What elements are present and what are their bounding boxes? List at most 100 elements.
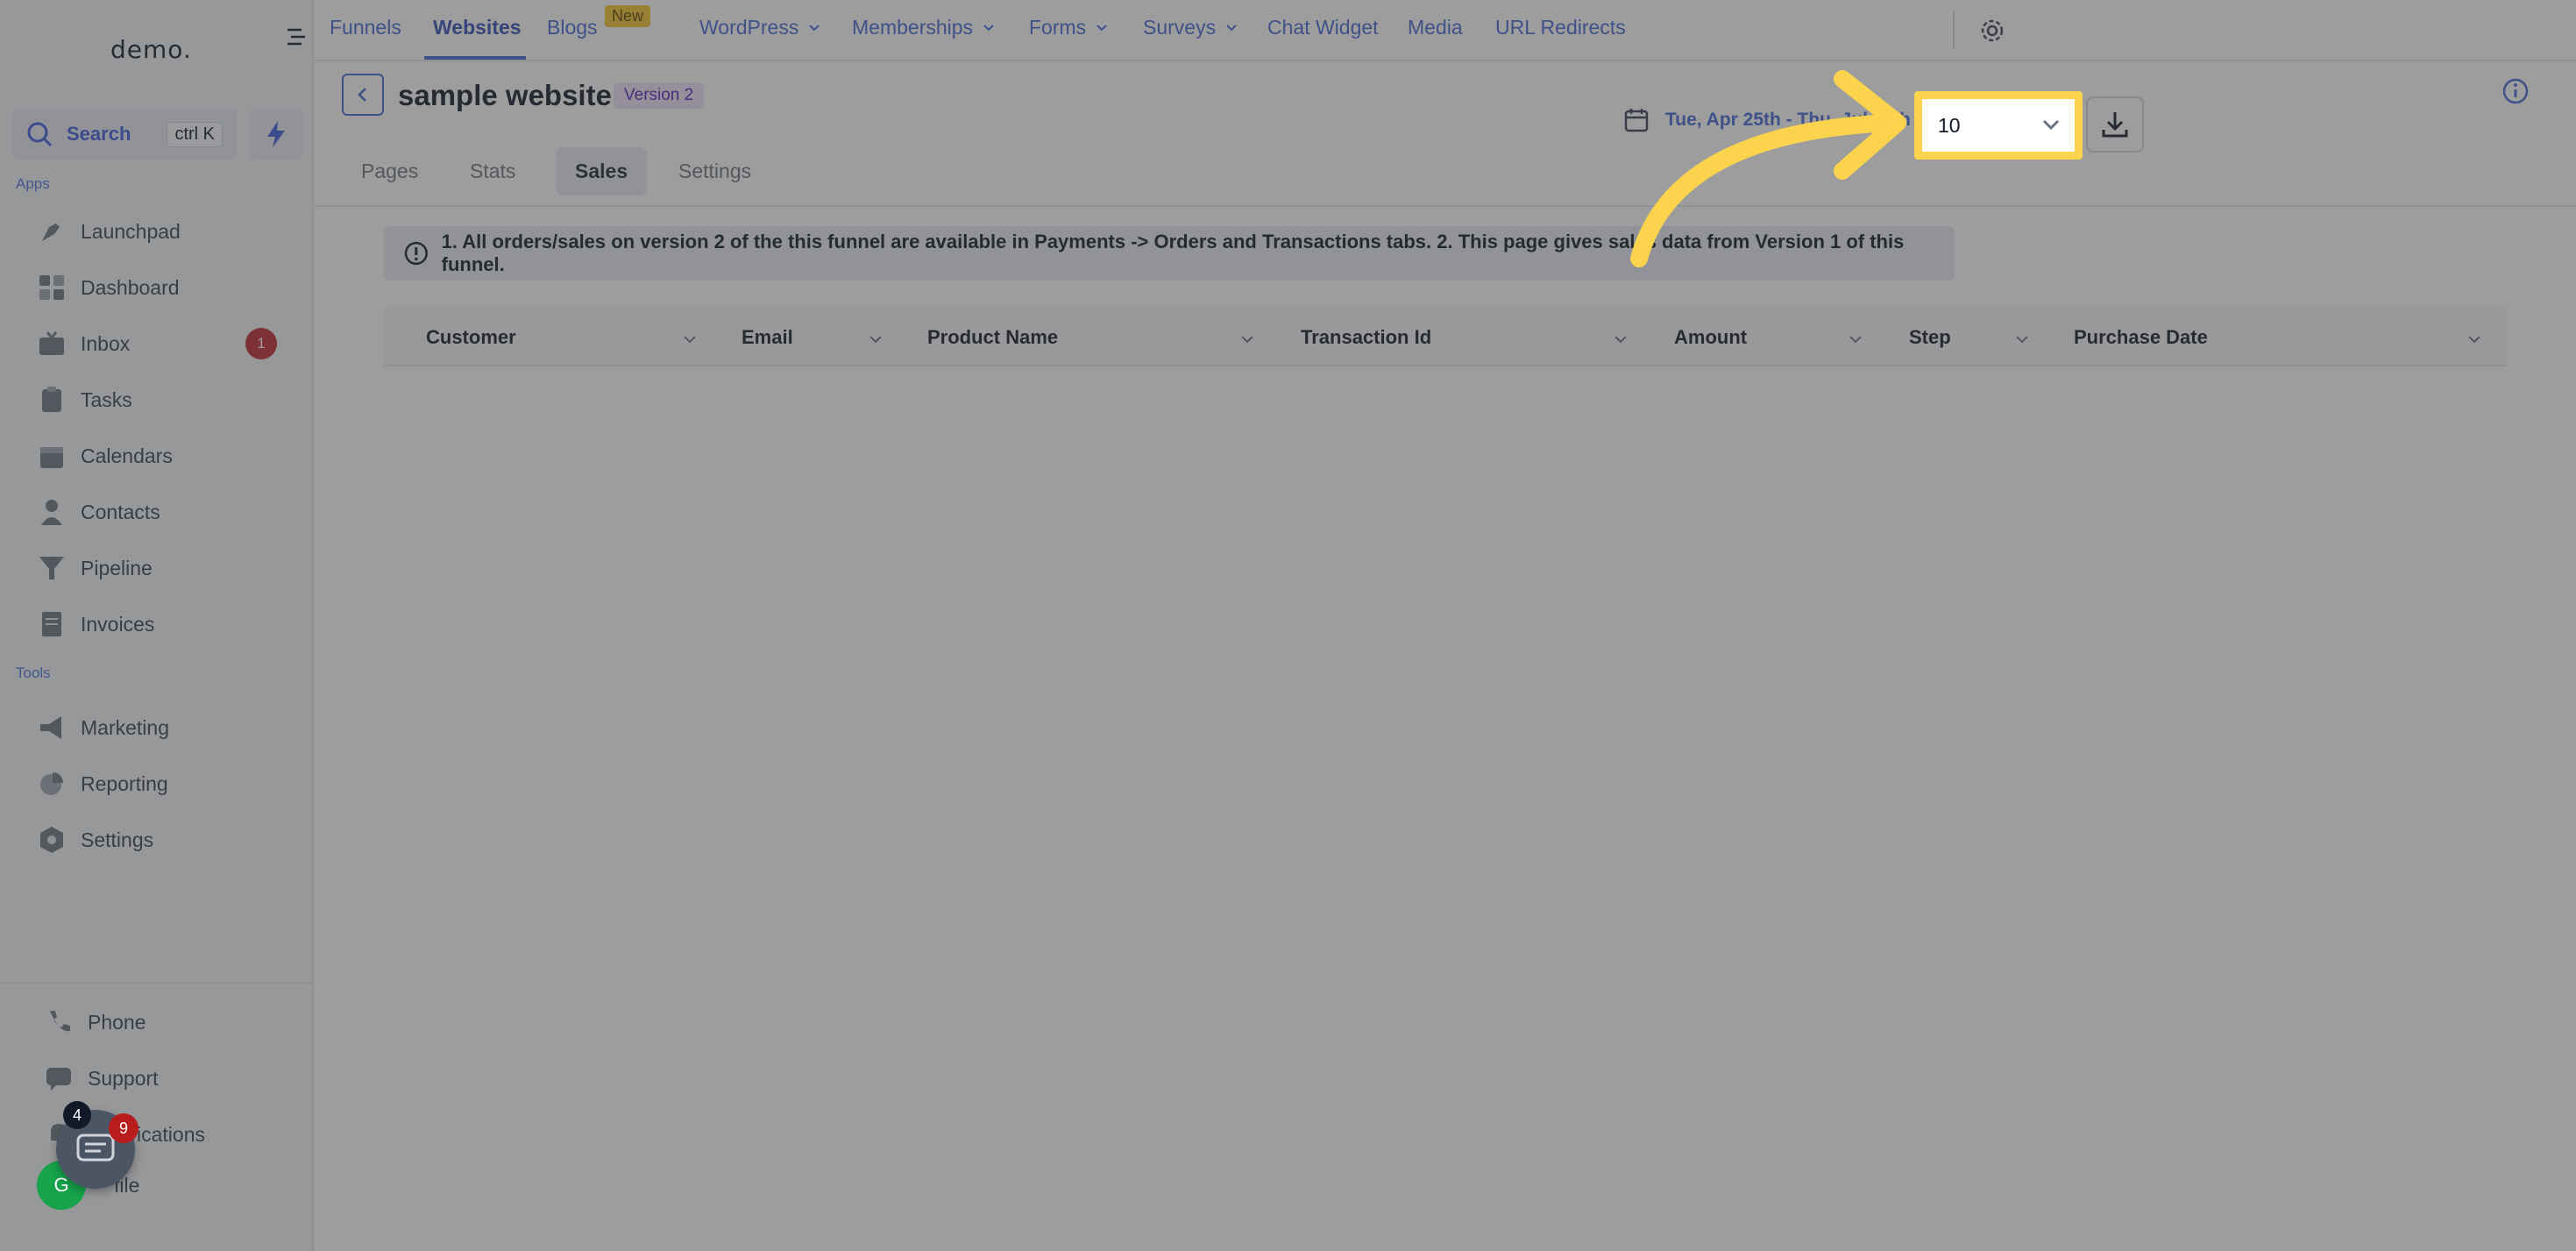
sidebar-divider: [0, 982, 314, 984]
column-header-customer[interactable]: Customer: [426, 326, 516, 349]
sidebar-item-label: Invoices: [81, 612, 155, 636]
menu-collapse-icon[interactable]: [282, 25, 307, 49]
search-label: Search: [67, 123, 131, 145]
alert-circle-icon: [404, 241, 428, 266]
tab-forms[interactable]: Forms: [1029, 16, 1109, 39]
apps-section-label: Apps: [16, 175, 50, 192]
sidebar-item-contacts[interactable]: Contacts: [37, 494, 300, 530]
sidebar-item-label: Settings: [81, 828, 154, 851]
sidebar-item-label: Contacts: [81, 500, 160, 523]
sales-table-header: Customer Email Product Name Transaction …: [384, 307, 2507, 366]
sidebar-item-profile[interactable]: file: [114, 1168, 289, 1203]
top-navigation: Funnels Websites Blogs New WordPress Mem…: [314, 0, 2576, 61]
sidebar-item-launchpad[interactable]: Launchpad: [37, 214, 300, 249]
sidebar-item-label: Support: [88, 1066, 159, 1090]
column-header-product-name[interactable]: Product Name: [927, 326, 1058, 349]
chevron-down-icon: [809, 24, 820, 31]
column-header-transaction-id[interactable]: Transaction Id: [1301, 326, 1431, 349]
active-tab-indicator: [424, 56, 526, 60]
tab-stats[interactable]: Stats: [470, 160, 515, 183]
rocket-icon: [42, 224, 60, 241]
invoice-icon: [42, 612, 61, 636]
tab-wordpress[interactable]: WordPress: [699, 16, 821, 39]
tab-media[interactable]: Media: [1408, 16, 1463, 39]
chat-count-badge: 9: [109, 1113, 138, 1143]
sidebar-item-calendars[interactable]: Calendars: [37, 438, 300, 473]
tab-sales[interactable]: Sales: [556, 147, 648, 195]
quick-action-button[interactable]: [249, 109, 303, 160]
chevron-down-icon[interactable]: [682, 331, 698, 347]
highlight-ring: [1914, 91, 2083, 160]
search-button[interactable]: Search ctrl K: [12, 109, 237, 160]
page-title: sample website: [398, 79, 612, 111]
chevron-down-icon: [1226, 24, 1237, 31]
sidebar-item-label: Launchpad: [81, 219, 181, 243]
sidebar-item-phone[interactable]: Phone: [44, 1005, 307, 1040]
sidebar-item-label: Inbox: [81, 331, 131, 355]
chevron-down-icon: [983, 24, 994, 31]
notification-count-badge: 4: [63, 1101, 91, 1129]
sidebar-item-support[interactable]: Support: [44, 1061, 307, 1096]
tab-funnels[interactable]: Funnels: [330, 16, 401, 39]
gear-icon: [40, 827, 63, 853]
column-header-amount[interactable]: Amount: [1674, 326, 1747, 349]
tools-section-label: Tools: [16, 665, 51, 681]
sidebar-item-invoices[interactable]: Invoices: [37, 607, 300, 642]
tab-surveys[interactable]: Surveys: [1143, 16, 1238, 39]
sidebar-item-label: Tasks: [81, 387, 132, 411]
person-icon: [41, 500, 62, 525]
search-shortcut: ctrl K: [167, 121, 223, 147]
lightning-icon: [267, 121, 285, 147]
logo: demo.: [110, 35, 192, 64]
column-header-email[interactable]: Email: [742, 326, 793, 349]
sidebar-item-tasks[interactable]: Tasks: [37, 382, 300, 417]
sidebar-item-label: Dashboard: [81, 275, 180, 299]
phone-icon: [50, 1011, 70, 1032]
chevron-down-icon[interactable]: [1613, 331, 1629, 347]
sidebar-item-marketing[interactable]: Marketing: [37, 710, 300, 745]
clipboard-icon: [42, 387, 61, 412]
subtabs: Pages Stats Sales Settings: [314, 140, 2576, 207]
download-icon: [2102, 112, 2128, 138]
column-header-purchase-date[interactable]: Purchase Date: [2074, 326, 2208, 349]
sidebar-item-dashboard[interactable]: Dashboard: [37, 270, 300, 305]
sidebar-item-settings[interactable]: Settings: [37, 822, 300, 857]
sidebar-item-reporting[interactable]: Reporting: [37, 766, 300, 801]
sidebar: demo. Search ctrl K Apps Launchpad Dashb…: [0, 0, 314, 1251]
megaphone-icon: [40, 716, 61, 739]
funnel-icon: [39, 557, 64, 579]
tab-chat-widget[interactable]: Chat Widget: [1267, 16, 1379, 39]
grid-icon: [39, 275, 64, 300]
inbox-icon: [39, 331, 64, 355]
sidebar-item-label: Reporting: [81, 771, 168, 795]
tab-url-redirects[interactable]: URL Redirects: [1495, 16, 1626, 39]
search-icon: [27, 122, 53, 147]
sidebar-item-label: Phone: [88, 1010, 146, 1034]
info-icon[interactable]: [2501, 77, 2530, 105]
chevron-down-icon[interactable]: [2014, 331, 2030, 347]
sidebar-item-label: Calendars: [81, 444, 173, 467]
new-badge: New: [605, 5, 651, 27]
back-button[interactable]: [342, 74, 384, 116]
curved-arrow-icon: [1630, 70, 1906, 267]
tab-pages[interactable]: Pages: [361, 160, 418, 183]
chat-icon: [76, 1134, 115, 1162]
tab-settings[interactable]: Settings: [678, 160, 751, 183]
settings-gear-icon[interactable]: [1977, 16, 2007, 46]
chevron-down-icon[interactable]: [1848, 331, 1863, 347]
sidebar-item-label: Pipeline: [81, 556, 153, 579]
tab-blogs[interactable]: Blogs: [547, 16, 598, 39]
chat-bubble-icon: [46, 1068, 71, 1091]
sidebar-item-pipeline[interactable]: Pipeline: [37, 551, 300, 586]
calendar-icon: [40, 447, 63, 468]
chevron-down-icon[interactable]: [2466, 331, 2482, 347]
column-header-step[interactable]: Step: [1909, 326, 1951, 349]
sidebar-item-label: Marketing: [81, 715, 169, 739]
tab-websites[interactable]: Websites: [433, 16, 522, 39]
version-badge: Version 2: [614, 82, 705, 109]
chevron-down-icon: [1096, 24, 1107, 31]
tab-memberships[interactable]: Memberships: [852, 16, 996, 39]
chevron-down-icon[interactable]: [1239, 331, 1255, 347]
sidebar-item-label: ications: [137, 1122, 205, 1146]
chevron-down-icon[interactable]: [868, 331, 884, 347]
